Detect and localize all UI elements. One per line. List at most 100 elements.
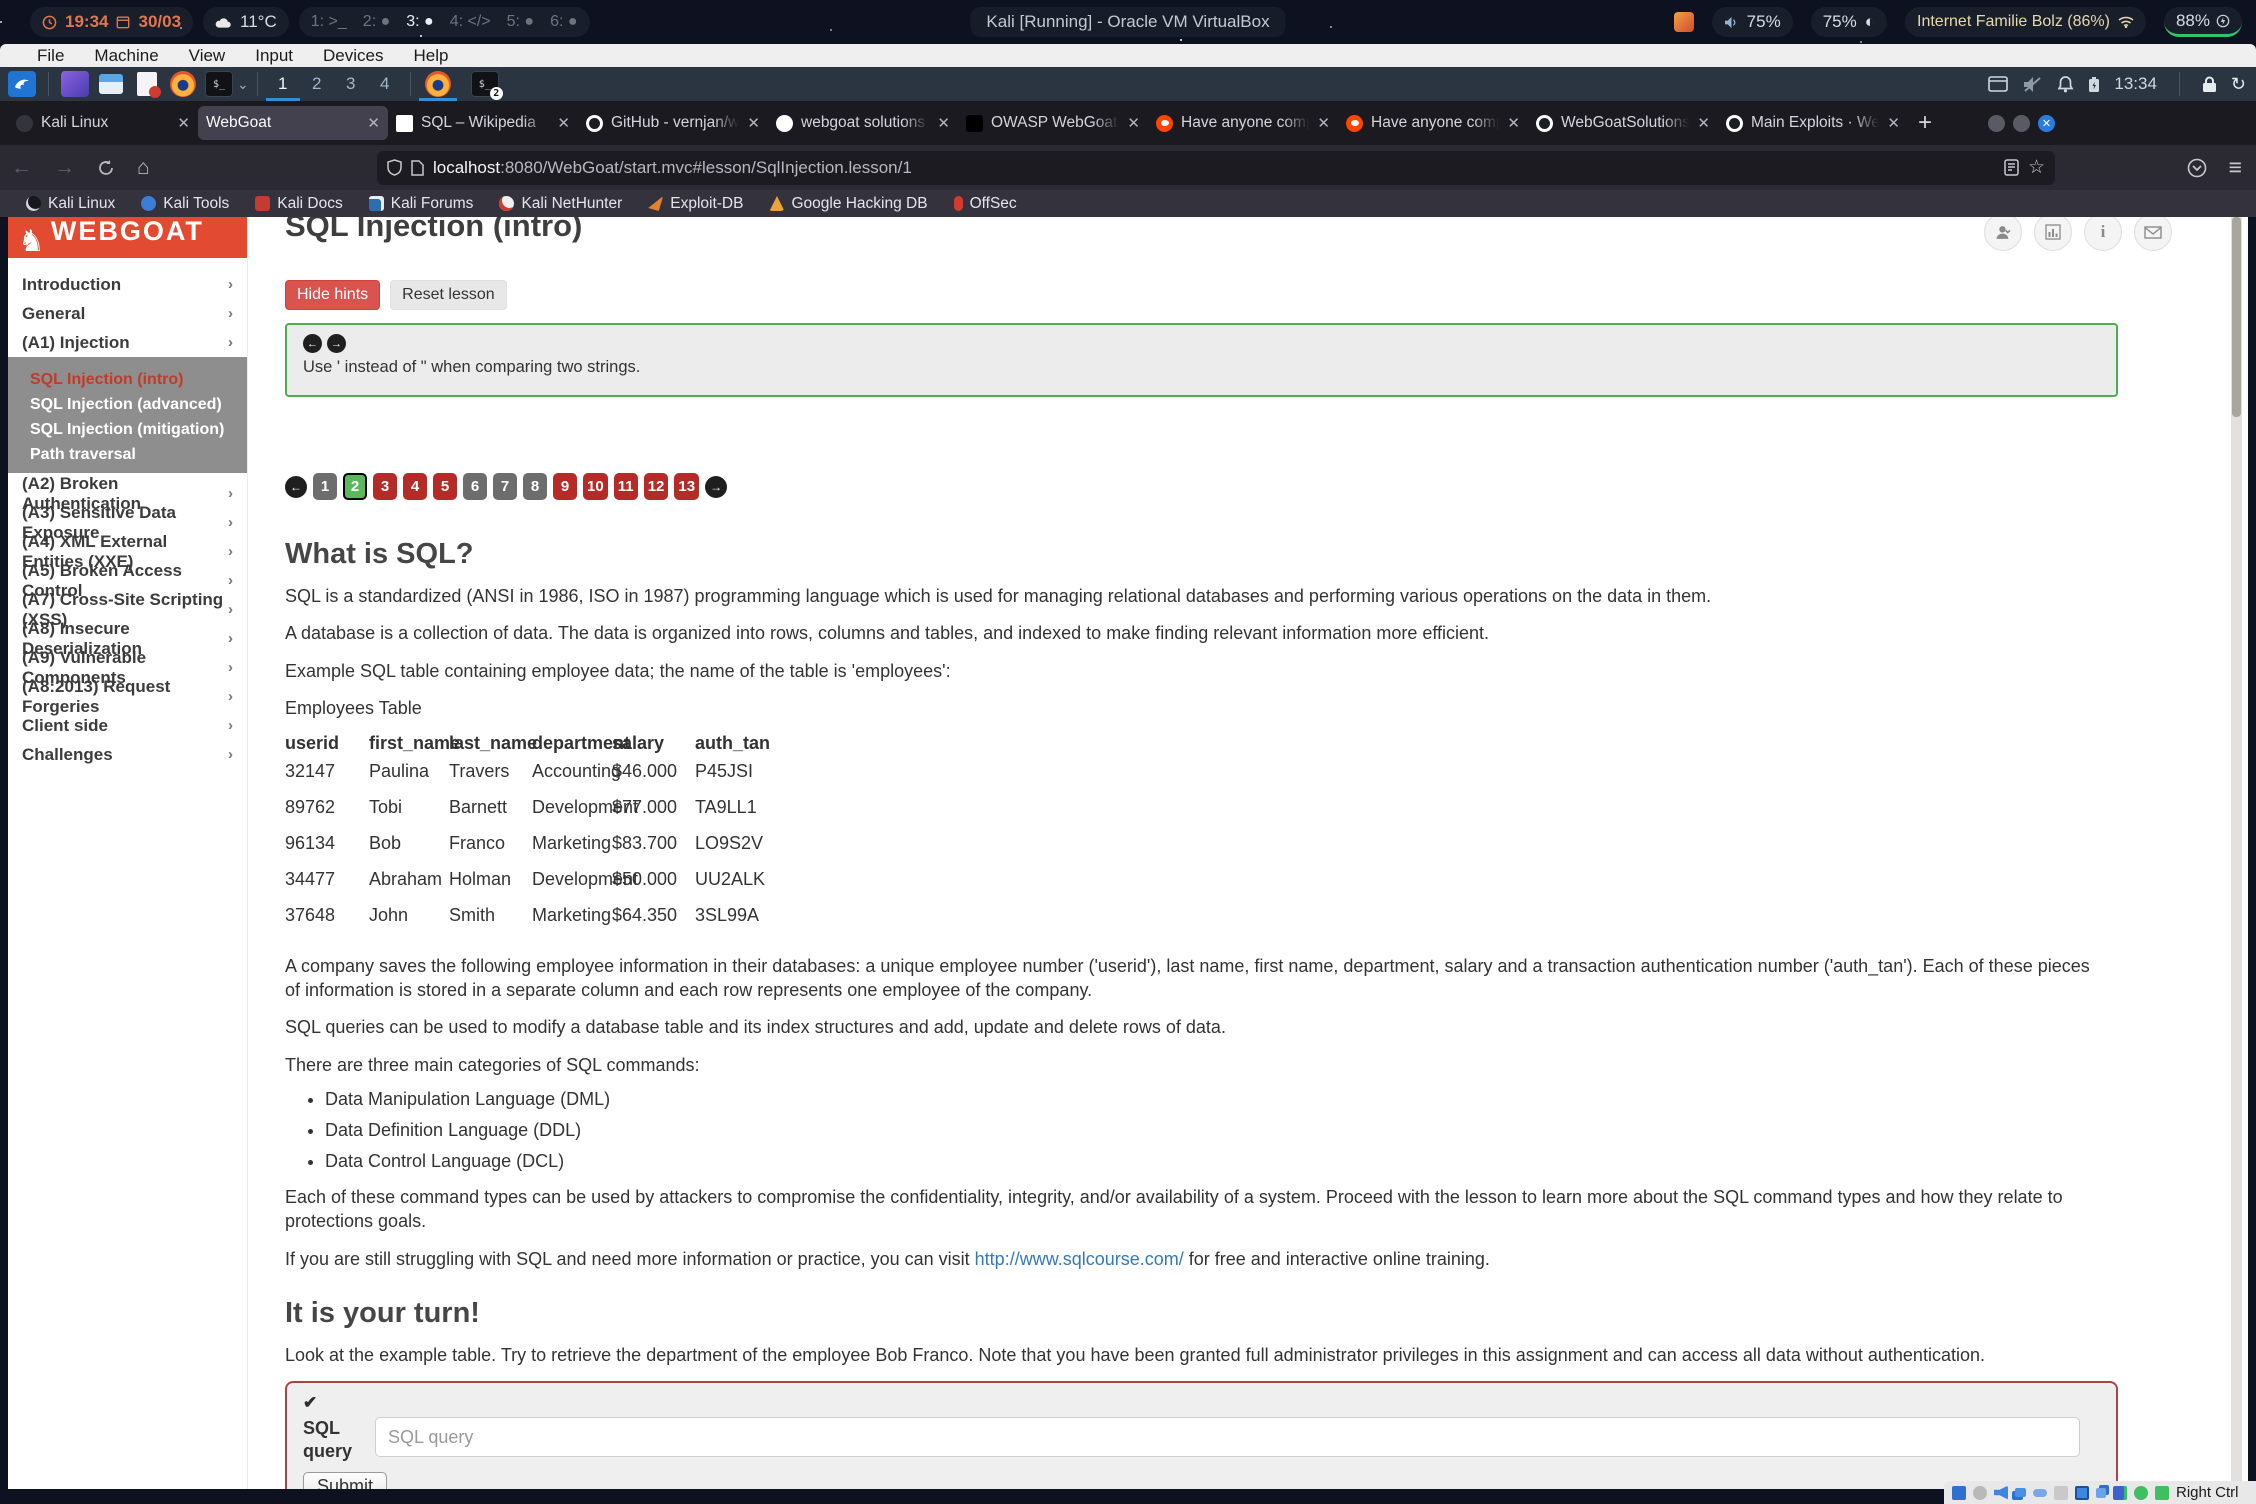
- tab-close-icon[interactable]: ✕: [1507, 114, 1520, 132]
- page-number-button[interactable]: 2: [343, 473, 367, 500]
- taskbar-workspace-button[interactable]: 1: [266, 67, 300, 101]
- bookmark-item[interactable]: Kali Forums: [369, 195, 474, 213]
- browser-tab[interactable]: webgoat solutions - Go ✕: [768, 106, 958, 140]
- browser-tab[interactable]: Main Exploits · WebGoa ✕: [1718, 106, 1908, 140]
- page-number-button[interactable]: 10: [583, 473, 608, 500]
- next-page-button[interactable]: →: [705, 476, 727, 498]
- file-manager-icon[interactable]: [97, 71, 125, 97]
- new-tab-button[interactable]: +: [1918, 109, 1932, 137]
- page-number-button[interactable]: 13: [674, 473, 699, 500]
- forward-button[interactable]: →: [54, 156, 75, 180]
- volume-indicator[interactable]: 75%: [1712, 7, 1793, 37]
- host-workspace[interactable]: 6: ●: [550, 13, 577, 31]
- sidebar-category[interactable]: (A8:2013) Request Forgeries›: [8, 682, 247, 711]
- usb-devices-icon[interactable]: [2033, 1489, 2047, 1497]
- sidebar-category[interactable]: General›: [8, 299, 247, 328]
- taskbar-workspace-button[interactable]: 3: [334, 67, 368, 101]
- hamburger-menu-icon[interactable]: ≡: [2229, 154, 2242, 181]
- kali-menu-button[interactable]: [8, 71, 36, 97]
- next-hint-button[interactable]: →: [327, 334, 346, 353]
- vbox-menu-item[interactable]: Devices: [308, 46, 398, 66]
- contact-button[interactable]: [2134, 217, 2172, 251]
- sidebar-lesson-item[interactable]: SQL Injection (mitigation): [8, 415, 247, 440]
- bookmark-item[interactable]: Exploit-DB: [648, 195, 743, 213]
- tab-close-icon[interactable]: ✕: [747, 114, 760, 132]
- sqlcourse-link[interactable]: http://www.sqlcourse.com/: [975, 1249, 1184, 1269]
- scrollbar-thumb[interactable]: [2232, 217, 2241, 417]
- screen-layout-icon[interactable]: [1988, 76, 2008, 92]
- page-scrollbar[interactable]: [2231, 217, 2242, 1489]
- browser-tab[interactable]: SQL – Wikipedia ✕: [388, 106, 578, 140]
- page-number-button[interactable]: 11: [614, 473, 638, 500]
- tab-close-icon[interactable]: ✕: [1887, 114, 1900, 132]
- muted-speaker-icon[interactable]: [2022, 76, 2043, 93]
- prev-page-button[interactable]: ←: [285, 476, 307, 498]
- page-number-button[interactable]: 5: [433, 473, 457, 500]
- power-menu-icon[interactable]: ↻: [2231, 74, 2246, 95]
- tab-close-icon[interactable]: ✕: [1317, 114, 1330, 132]
- webgoat-logo[interactable]: ♞ WEBGOAT: [8, 217, 247, 258]
- back-button[interactable]: ←: [11, 156, 32, 180]
- page-number-button[interactable]: 9: [553, 473, 577, 500]
- reload-button[interactable]: [97, 159, 115, 177]
- tab-close-icon[interactable]: ✕: [937, 114, 950, 132]
- tab-close-icon[interactable]: ✕: [177, 114, 190, 132]
- host-workspace[interactable]: 1: >_: [311, 13, 347, 31]
- optical-disc-icon[interactable]: [1973, 1486, 1987, 1500]
- firefox-launcher-icon[interactable]: [169, 71, 197, 97]
- battery-tray-icon[interactable]: [2088, 76, 2100, 93]
- launcher-dropdown-chevron[interactable]: ⌄: [237, 76, 249, 93]
- browser-tab[interactable]: WebGoat ✕: [198, 106, 388, 140]
- user-menu-button[interactable]: [1984, 217, 2022, 251]
- page-number-button[interactable]: 6: [463, 473, 487, 500]
- brightness-indicator[interactable]: 75% ◐: [1811, 7, 1887, 37]
- bookmark-item[interactable]: Kali Docs: [255, 195, 342, 213]
- page-number-button[interactable]: 3: [373, 473, 397, 500]
- bookmark-item[interactable]: Google Hacking DB: [769, 195, 927, 213]
- firefox-window-button[interactable]: [419, 67, 457, 101]
- page-number-button[interactable]: 12: [644, 473, 669, 500]
- bookmark-item[interactable]: Kali NetHunter: [499, 195, 622, 213]
- browser-tab[interactable]: OWASP WebGoat: Gen ✕: [958, 106, 1148, 140]
- lock-screen-icon[interactable]: [2202, 76, 2217, 93]
- about-button[interactable]: i: [2084, 217, 2122, 251]
- vbox-menu-item[interactable]: View: [174, 46, 241, 66]
- minimize-button[interactable]: [1988, 115, 2005, 132]
- url-bar[interactable]: localhost:8080/WebGoat/start.mvc#lesson/…: [377, 151, 2055, 185]
- sidebar-category[interactable]: Challenges›: [8, 740, 247, 769]
- browser-tab[interactable]: Kali Linux ✕: [8, 106, 198, 140]
- notifications-bell-icon[interactable]: [2057, 75, 2074, 93]
- bookmark-item[interactable]: Kali Tools: [141, 195, 229, 213]
- browser-tab[interactable]: GitHub - vernjan/webgo ✕: [578, 106, 768, 140]
- terminal-emulator-icon[interactable]: [61, 71, 89, 97]
- taskbar-clock[interactable]: 13:34: [2114, 74, 2157, 94]
- root-terminal-icon[interactable]: $_: [205, 71, 233, 97]
- network-adapter-icon[interactable]: [2015, 1488, 2026, 1497]
- pocket-icon[interactable]: [2187, 158, 2207, 178]
- page-number-button[interactable]: 8: [523, 473, 547, 500]
- vbox-menu-item[interactable]: Input: [240, 46, 308, 66]
- tab-close-icon[interactable]: ✕: [557, 114, 570, 132]
- mouse-integration-icon[interactable]: [2134, 1486, 2148, 1500]
- audio-icon[interactable]: [1994, 1486, 2008, 1500]
- taskbar-workspace-button[interactable]: 2: [300, 67, 334, 101]
- recording-icon[interactable]: [2096, 1488, 2106, 1498]
- sidebar-lesson-item[interactable]: Path traversal: [8, 440, 247, 465]
- text-editor-icon[interactable]: [133, 71, 161, 97]
- page-number-button[interactable]: 4: [403, 473, 427, 500]
- battery-indicator[interactable]: 88%: [2164, 7, 2242, 37]
- sidebar-category[interactable]: (A1) Injection›: [8, 328, 247, 357]
- hard-disk-icon[interactable]: [1952, 1486, 1966, 1500]
- vbox-menu-item[interactable]: File: [22, 46, 79, 66]
- close-window-button[interactable]: ✕: [2038, 115, 2055, 132]
- submit-button[interactable]: Submit: [303, 1472, 387, 1489]
- sql-query-input[interactable]: [375, 1417, 2080, 1457]
- terminal-window-button[interactable]: $_ 2: [471, 71, 499, 97]
- display-icon[interactable]: [2075, 1486, 2089, 1500]
- weather-widget[interactable]: 11°C: [203, 7, 289, 37]
- tab-close-icon[interactable]: ✕: [1697, 114, 1710, 132]
- auto-resize-icon[interactable]: [2155, 1486, 2169, 1500]
- reset-lesson-button[interactable]: Reset lesson: [390, 280, 507, 310]
- network-indicator[interactable]: Internet Familie Bolz (86%): [1905, 7, 2146, 37]
- url-text[interactable]: localhost:8080/WebGoat/start.mvc#lesson/…: [433, 158, 1995, 178]
